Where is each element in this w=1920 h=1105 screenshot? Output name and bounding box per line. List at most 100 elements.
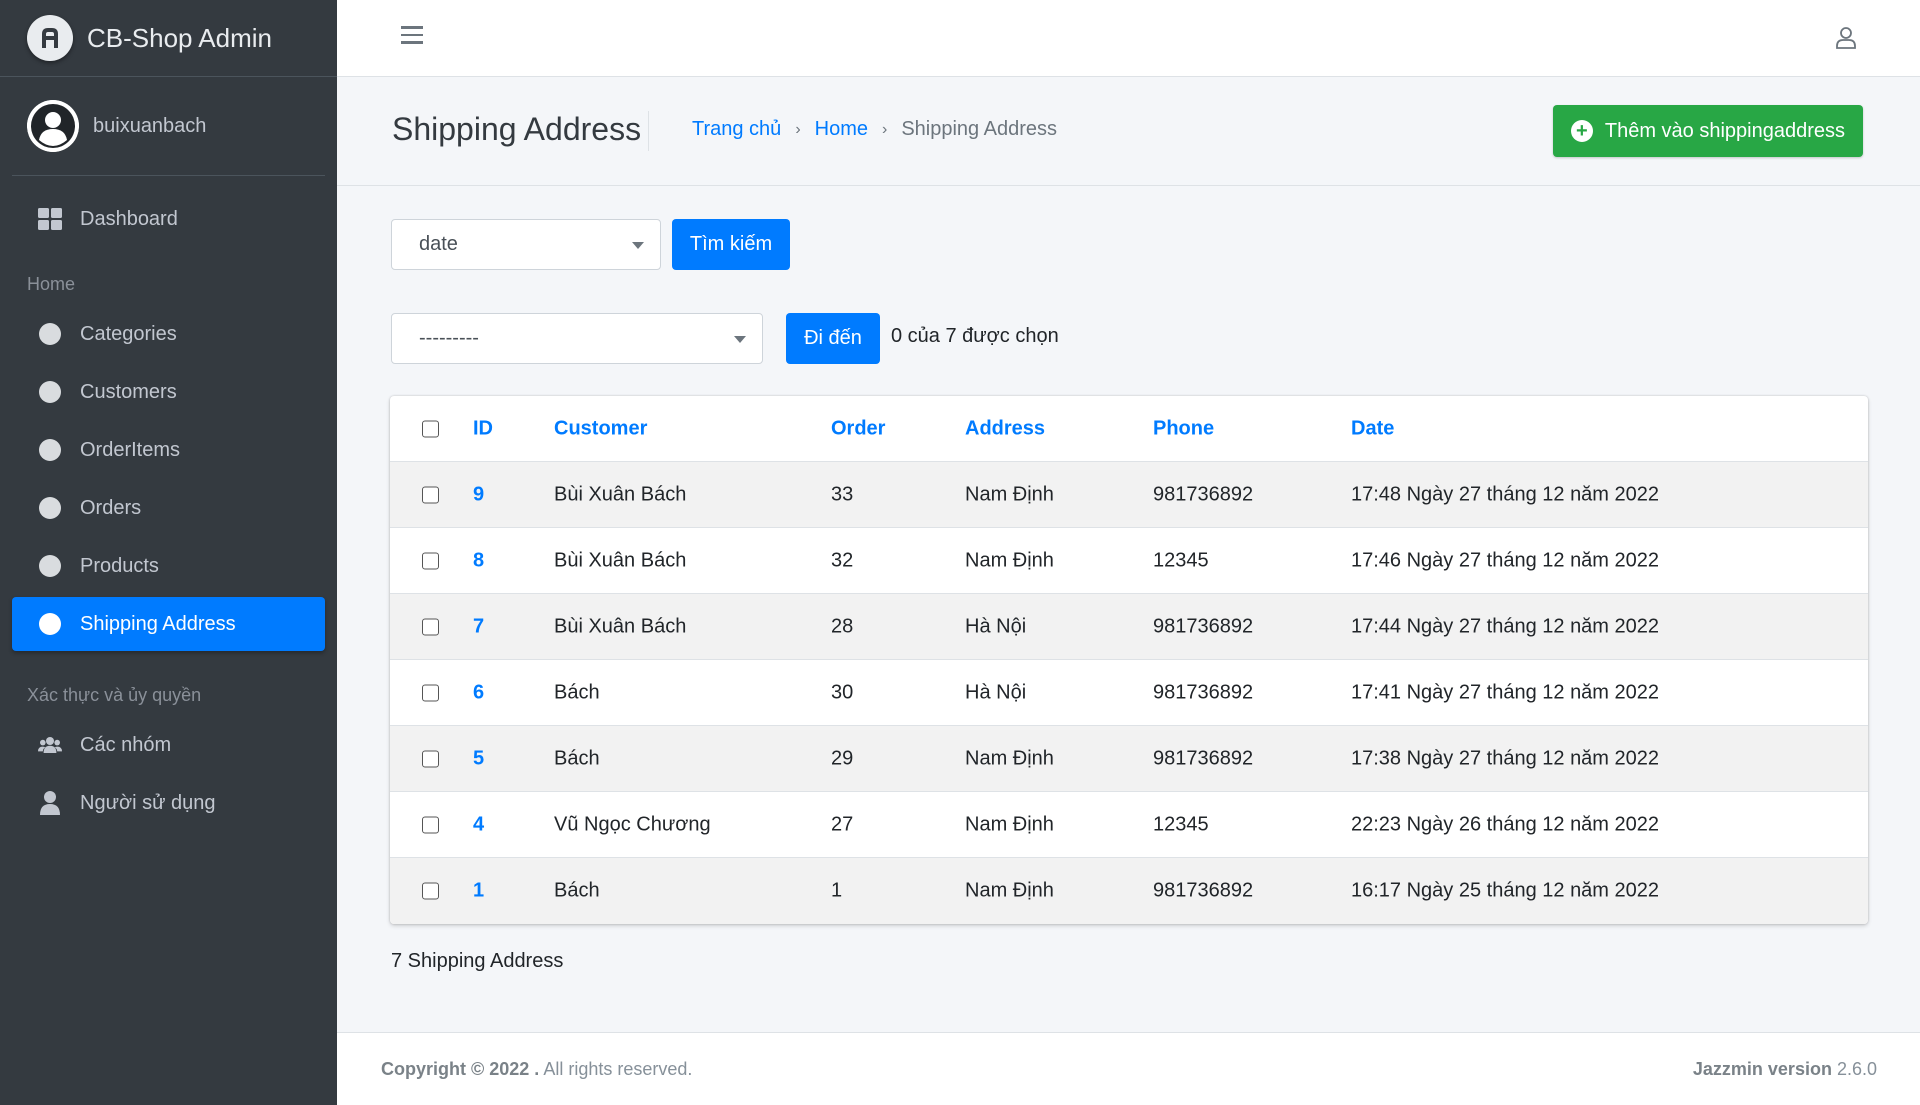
version-info: Jazzmin version 2.6.0 <box>1692 1059 1877 1079</box>
circle-icon <box>38 496 62 520</box>
column-header-customer[interactable]: Customer <box>554 417 647 440</box>
cell-customer: Bách <box>554 681 600 703</box>
cell-date: 17:48 Ngày 27 tháng 12 năm 2022 <box>1351 483 1660 505</box>
date-filter-select[interactable]: date <box>391 219 661 270</box>
cell-customer: Bùi Xuân Bách <box>554 615 687 637</box>
circle-icon <box>38 612 62 636</box>
sidebar-item-products[interactable]: Products <box>12 539 325 593</box>
cell-id[interactable]: 6 <box>473 681 484 704</box>
sidebar-item-orderitems[interactable]: OrderItems <box>12 423 325 477</box>
sidebar: CB-Shop Admin buixuanbach Dashboard Home… <box>0 0 337 1105</box>
caret-down-icon <box>632 242 644 249</box>
nav-section-home: Home <box>27 274 76 294</box>
sidebar-item-label: Shipping Address <box>80 612 236 635</box>
brand-link[interactable]: CB-Shop Admin <box>0 0 337 77</box>
row-checkbox[interactable] <box>422 684 439 701</box>
breadcrumb: Trang chủ › Home › Shipping Address <box>692 118 1057 141</box>
column-header-phone[interactable]: Phone <box>1153 417 1214 440</box>
cell-phone: 12345 <box>1153 549 1209 571</box>
hamburger-menu-icon[interactable] <box>401 26 423 44</box>
column-header-address[interactable]: Address <box>965 417 1045 440</box>
caret-down-icon <box>734 336 746 343</box>
row-checkbox[interactable] <box>422 750 439 767</box>
table-row: 4 Vũ Ngọc Chương 27 Nam Định 12345 22:23 Ngày… <box>390 792 1868 858</box>
user-name: buixuanbach <box>93 114 207 137</box>
table-row: 6 Bách 30 Hà Nội 981736892 17:41 Ngày 27 thán… <box>390 660 1868 726</box>
breadcrumb-current: Shipping Address <box>901 118 1057 140</box>
nav-section-auth: Xác thực và ủy quyền <box>27 685 202 705</box>
sidebar-item-label: Dashboard <box>80 207 178 230</box>
user-panel[interactable]: buixuanbach <box>12 77 325 176</box>
sidebar-item-orders[interactable]: Orders <box>12 481 325 535</box>
cell-date: 17:46 Ngày 27 tháng 12 năm 2022 <box>1351 549 1660 571</box>
row-checkbox[interactable] <box>422 552 439 569</box>
sidebar-item-shipping-address[interactable]: Shipping Address <box>12 597 325 651</box>
row-checkbox[interactable] <box>422 486 439 503</box>
cell-order: 33 <box>831 483 854 505</box>
date-filter-value: date <box>419 233 458 255</box>
user-avatar-icon <box>27 100 79 152</box>
column-header-date[interactable]: Date <box>1351 417 1394 440</box>
table-body: 9 Bùi Xuân Bách 33 Nam Định 981736892 17:48 N… <box>390 462 1868 924</box>
result-count: 7 Shipping Address <box>391 950 564 972</box>
table-row: 8 Bùi Xuân Bách 32 Nam Định 12345 17:46 Ngày … <box>390 528 1868 594</box>
sidebar-item-customers[interactable]: Customers <box>12 365 325 419</box>
results-table: ID Customer Order Address Phone Date 9 Bù… <box>390 396 1868 924</box>
user-menu-icon[interactable] <box>1834 25 1858 54</box>
search-button[interactable]: Tìm kiếm <box>672 219 790 270</box>
users-icon <box>38 733 62 757</box>
chevron-right-icon: › <box>882 120 888 138</box>
cell-order: 27 <box>831 813 854 835</box>
cell-customer: Vũ Ngọc Chương <box>554 813 711 835</box>
chevron-right-icon: › <box>795 120 801 138</box>
cell-date: 17:41 Ngày 27 tháng 12 năm 2022 <box>1351 681 1660 703</box>
row-checkbox[interactable] <box>422 816 439 833</box>
sidebar-item-categories[interactable]: Categories <box>12 307 325 361</box>
cell-id[interactable]: 5 <box>473 747 484 770</box>
cell-phone: 981736892 <box>1153 615 1254 637</box>
circle-icon <box>38 322 62 346</box>
selected-count: 0 của 7 được chọn <box>891 325 1059 347</box>
sidebar-item-label: Các nhóm <box>80 733 172 756</box>
cell-phone: 981736892 <box>1153 747 1254 769</box>
dashboard-icon <box>38 207 62 231</box>
user-icon <box>38 791 62 815</box>
cell-id[interactable]: 8 <box>473 549 484 572</box>
circle-icon <box>38 554 62 578</box>
sidebar-item-label: Orders <box>80 496 142 519</box>
add-shipping-address-button[interactable]: + Thêm vào shippingaddress <box>1552 105 1863 157</box>
cell-order: 30 <box>831 681 854 703</box>
copyright: Copyright © 2022 . All rights reserved. <box>381 1059 693 1079</box>
select-all-checkbox[interactable] <box>422 420 439 437</box>
column-header-order[interactable]: Order <box>831 417 885 440</box>
cell-id[interactable]: 4 <box>473 813 484 836</box>
cell-address: Nam Định <box>965 813 1054 835</box>
cell-id[interactable]: 9 <box>473 483 484 506</box>
action-select-value: --------- <box>419 327 479 349</box>
cell-date: 17:44 Ngày 27 tháng 12 năm 2022 <box>1351 615 1660 637</box>
sidebar-item-users[interactable]: Người sử dụng <box>12 776 325 830</box>
cell-order: 29 <box>831 747 854 769</box>
add-button-label: Thêm vào shippingaddress <box>1604 119 1845 142</box>
row-checkbox[interactable] <box>422 882 439 900</box>
sidebar-item-groups[interactable]: Các nhóm <box>12 718 325 772</box>
action-select[interactable]: --------- <box>391 313 763 364</box>
sidebar-item-label: Products <box>80 554 159 577</box>
cell-customer: Bách <box>554 747 600 769</box>
header-divider <box>648 111 649 151</box>
breadcrumb-link-home-page[interactable]: Trang chủ <box>692 118 781 141</box>
cell-id[interactable]: 1 <box>473 880 484 903</box>
cell-phone: 981736892 <box>1153 681 1254 703</box>
table-row: 1 Bách 1 Nam Định 981736892 16:17 Ngày 25 thá… <box>390 858 1868 924</box>
row-checkbox[interactable] <box>422 618 439 635</box>
sidebar-item-dashboard[interactable]: Dashboard <box>12 192 325 246</box>
cell-order: 1 <box>831 879 843 902</box>
plus-circle-icon: + <box>1570 120 1593 142</box>
cell-id[interactable]: 7 <box>473 615 484 638</box>
go-button[interactable]: Đi đến <box>786 313 880 364</box>
cell-address: Nam Định <box>965 483 1054 505</box>
breadcrumb-link-home[interactable]: Home <box>815 118 868 141</box>
cell-customer: Bùi Xuân Bách <box>554 549 687 571</box>
sidebar-item-label: Categories <box>80 322 177 345</box>
column-header-id[interactable]: ID <box>473 417 493 440</box>
